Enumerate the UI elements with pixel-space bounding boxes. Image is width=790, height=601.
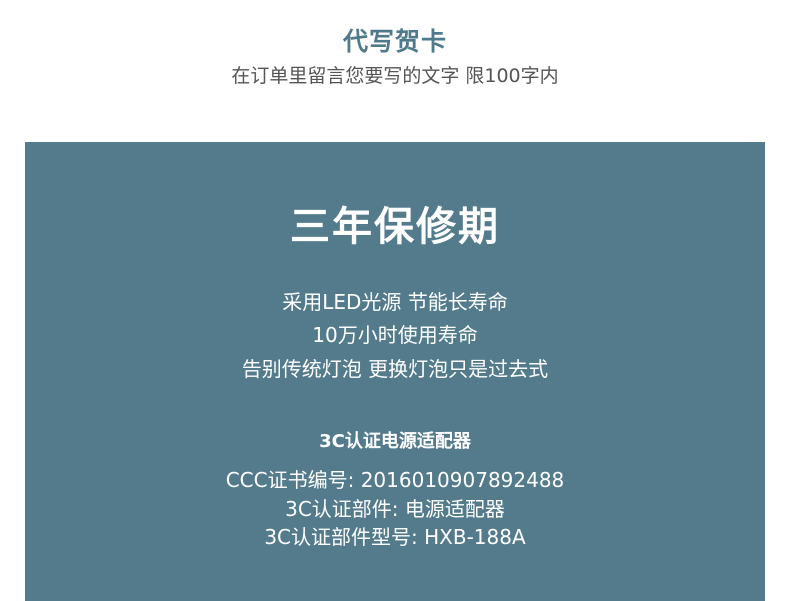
certified-component-model: 3C认证部件型号: HXB-188A [264, 525, 526, 549]
feature-no-bulb-replacement: 告别传统灯泡 更换灯泡只是过去式 [241, 357, 549, 381]
warranty-panel: 三年保修期 采用LED光源 节能长寿命 10万小时使用寿命 告别传统灯泡 更换灯… [25, 142, 765, 601]
certified-component: 3C认证部件: 电源适配器 [285, 497, 505, 521]
feature-lifespan: 10万小时使用寿命 [312, 323, 478, 347]
greeting-card-header: 代写贺卡 在订单里留言您要写的文字 限100字内 [0, 0, 790, 142]
certificate-number: CCC证书编号: 2016010907892488 [225, 468, 565, 492]
warranty-title: 三年保修期 [290, 204, 500, 250]
feature-led-source: 采用LED光源 节能长寿命 [282, 290, 508, 314]
certification-heading: 3C认证电源适配器 [319, 431, 471, 452]
greeting-card-title: 代写贺卡 [342, 27, 447, 56]
greeting-card-subtitle: 在订单里留言您要写的文字 限100字内 [231, 65, 559, 87]
